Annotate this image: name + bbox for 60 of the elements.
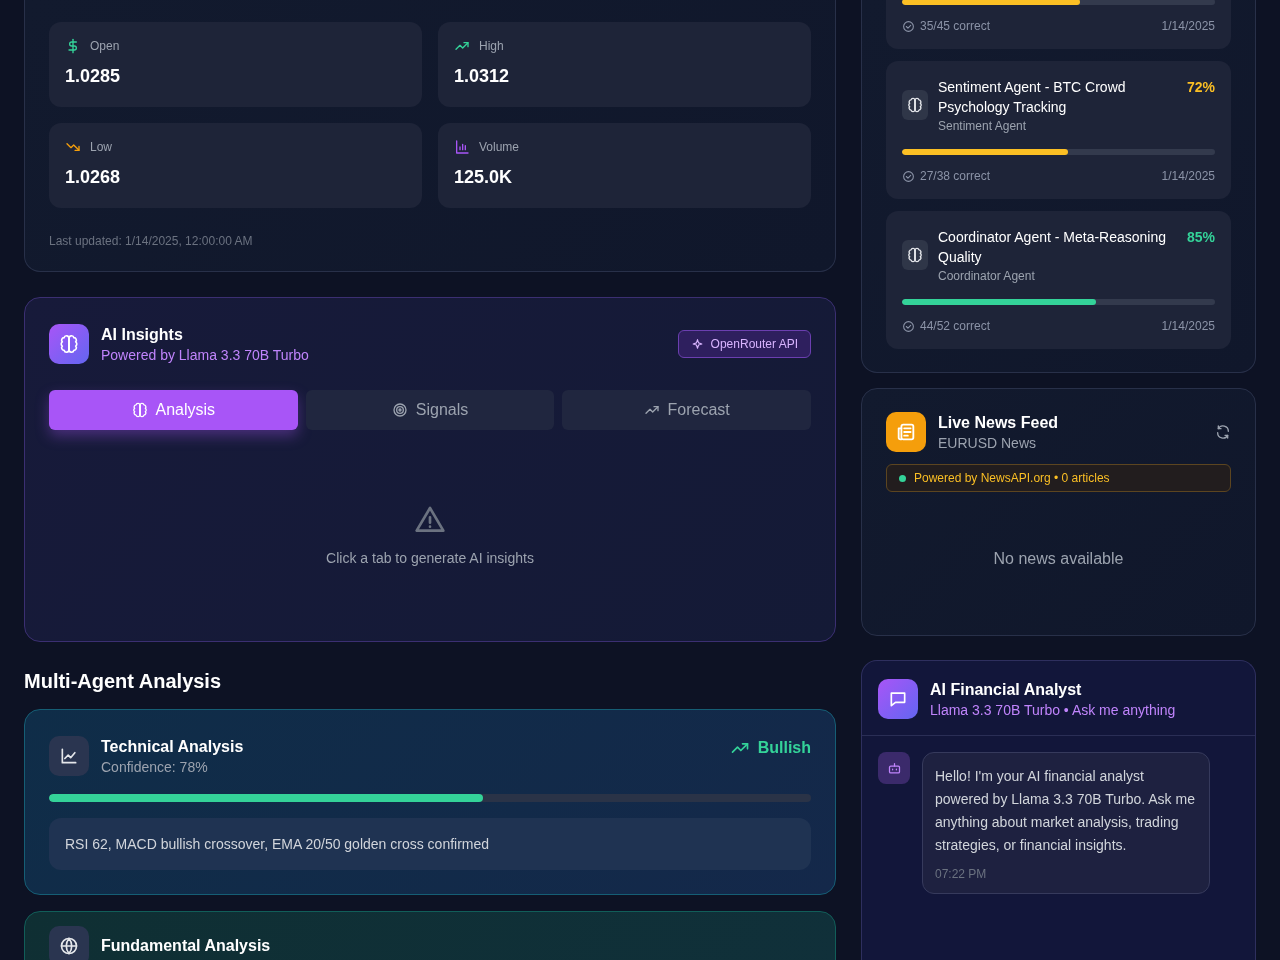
check-circle-icon (902, 19, 915, 33)
accuracy-percent: 72% (1186, 79, 1215, 95)
agent-date: 1/14/2025 (1161, 319, 1215, 333)
panel-title: AI Financial Analyst (930, 680, 1083, 699)
brain-icon (59, 334, 79, 354)
message-icon (888, 689, 908, 709)
brain-icon (131, 402, 148, 418)
correct-count: 44/52 correct (920, 319, 991, 333)
stat-label: High (479, 39, 504, 53)
stat-value: 1.0312 (454, 66, 511, 87)
agent-name: Sentiment Agent - BTC Crowd Psychology Tracking (938, 78, 1127, 117)
accuracy-percent: 85% (1186, 229, 1215, 245)
bar-chart-icon (454, 139, 470, 155)
empty-message: Click a tab to generate AI insights (326, 550, 534, 566)
agent-date: 1/14/2025 (1161, 169, 1215, 183)
last-updated: Last updated: 1/14/2025, 12:00:00 AM (49, 234, 254, 248)
api-label: OpenRouter API (710, 337, 798, 351)
check-circle-icon (902, 319, 915, 333)
panel-subtitle: Powered by Llama 3.3 70B Turbo (101, 346, 310, 363)
correct-count: 35/45 correct (920, 19, 991, 33)
tab[interactable]: Analysis (49, 390, 298, 430)
panel-subtitle: Llama 3.3 70B Turbo • Ask me anything (930, 701, 1177, 718)
correct-count: 27/38 correct (920, 169, 991, 183)
panel-title: Live News Feed (938, 413, 1060, 432)
refresh-icon (1215, 424, 1231, 440)
target-icon (391, 402, 408, 418)
globe-icon (59, 936, 79, 956)
card-title: Fundamental Analysis (101, 937, 272, 955)
brain-icon (907, 247, 923, 263)
section-heading: Multi-Agent Analysis (24, 670, 223, 693)
brain-icon (907, 97, 923, 113)
empty-message: No news available (992, 550, 1125, 568)
stat-label: Volume (479, 140, 520, 154)
tab[interactable]: Forecast (562, 390, 811, 430)
panel-subtitle: EURUSD News (938, 434, 1037, 451)
newspaper-icon (895, 421, 917, 443)
stat-label: Open (90, 39, 120, 53)
robot-icon (886, 760, 902, 776)
panel-title: AI Insights (101, 325, 184, 344)
card-title: Technical Analysis (101, 737, 245, 756)
agent-name: Coordinator Agent - Meta-Reasoning Quality (938, 228, 1168, 267)
message-time: 07:22 PM (935, 867, 988, 881)
check-circle-icon (902, 169, 915, 183)
signal-label: Bullish (757, 739, 811, 757)
confidence: Confidence: 78% (101, 758, 209, 775)
refresh-button[interactable] (1215, 424, 1231, 440)
tab[interactable]: Signals (305, 390, 555, 430)
stat-value: 1.0268 (65, 167, 122, 188)
agent-role: Coordinator Agent (938, 269, 1036, 283)
sparkles-icon (690, 337, 704, 351)
status-dot (899, 474, 906, 482)
message-text: Hello! I'm your AI financial analyst powered by Llama 3.3 70B Turbo. Ask me anything about market analysis, trading strategies, or financial insights. (935, 767, 1196, 855)
analysis-summary: RSI 62, MACD bullish crossover, EMA 20/50 golden cross confirmed (49, 818, 811, 870)
stat-label: Low (90, 140, 112, 154)
source-text: Powered by NewsAPI.org • 0 articles (914, 471, 1110, 485)
stat-value: 125.0K (454, 167, 514, 188)
line-chart-icon (59, 746, 79, 766)
agent-date: 1/14/2025 (1161, 19, 1215, 33)
agent-role: Sentiment Agent (938, 119, 1028, 133)
stat-value: 1.0285 (65, 66, 122, 87)
